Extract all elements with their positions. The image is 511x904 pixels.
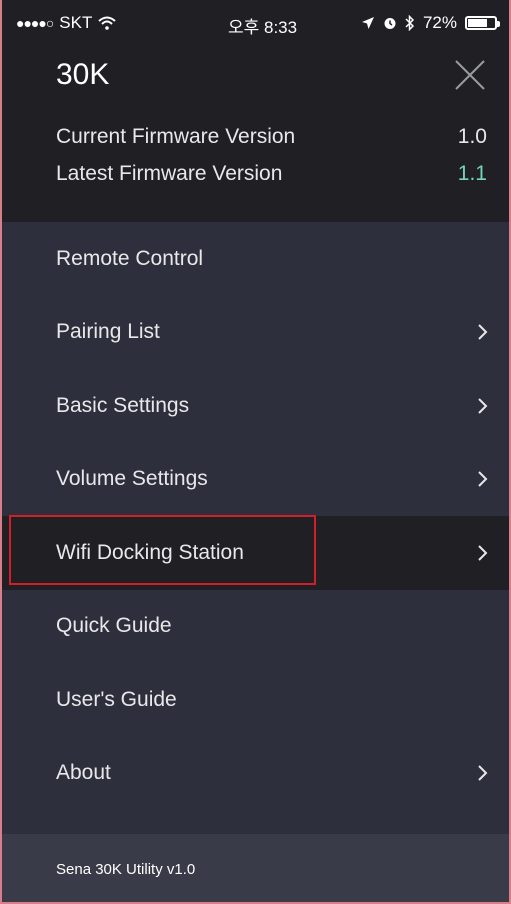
menu-item-about[interactable]: About [2, 737, 509, 811]
menu-item-basic-settings[interactable]: Basic Settings [2, 369, 509, 443]
latest-firmware-value: 1.1 [457, 162, 487, 185]
chevron-right-icon [478, 765, 488, 781]
latest-firmware-row: Latest Firmware Version 1.1 [56, 162, 487, 186]
chevron-right-icon [478, 324, 488, 340]
menu-header: ●●●●○ SKT 오후 8:33 72% 30K Current Firmwa… [2, 0, 509, 222]
side-menu: Remote Control Pairing List Basic Settin… [2, 222, 509, 810]
carrier-label: SKT [59, 13, 93, 32]
menu-item-pairing-list[interactable]: Pairing List [2, 296, 509, 370]
chevron-right-icon [478, 545, 488, 561]
menu-item-label: Volume Settings [56, 467, 208, 491]
menu-item-label: Pairing List [56, 320, 160, 344]
menu-item-label: About [56, 761, 111, 785]
menu-item-label: Quick Guide [56, 614, 172, 638]
alarm-icon [384, 18, 396, 29]
menu-item-quick-guide[interactable]: Quick Guide [2, 590, 509, 664]
app-frame: ●●●●○ SKT 오후 8:33 72% 30K Current Firmwa… [0, 0, 511, 904]
signal-strength-icon: ●●●●○ [16, 15, 54, 31]
app-version-label: Sena 30K Utility v1.0 [56, 861, 196, 878]
current-firmware-row: Current Firmware Version 1.0 [56, 125, 487, 149]
footer: Sena 30K Utility v1.0 [2, 834, 509, 902]
status-right: 72% [361, 13, 500, 33]
battery-icon [465, 16, 500, 30]
device-name-title: 30K [56, 58, 110, 91]
status-bar: ●●●●○ SKT 오후 8:33 72% [2, 0, 509, 44]
battery-percent: 72% [422, 13, 457, 32]
menu-item-label: User's Guide [56, 687, 177, 711]
bluetooth-icon [405, 15, 415, 31]
menu-item-volume-settings[interactable]: Volume Settings [2, 443, 509, 517]
status-left: ●●●●○ SKT [16, 13, 117, 33]
status-time: 오후 8:33 [228, 18, 298, 37]
close-icon[interactable] [453, 58, 487, 92]
chevron-right-icon [478, 398, 488, 414]
current-firmware-value: 1.0 [457, 125, 487, 148]
menu-item-label: Remote Control [56, 246, 204, 270]
wifi-icon [98, 16, 117, 30]
menu-item-wifi-docking-station[interactable]: Wifi Docking Station [2, 516, 509, 590]
current-firmware-label: Current Firmware Version [56, 125, 296, 148]
location-arrow-icon [361, 17, 374, 29]
menu-item-users-guide[interactable]: User's Guide [2, 663, 509, 737]
chevron-right-icon [478, 471, 488, 487]
menu-item-label: Wifi Docking Station [56, 540, 244, 564]
menu-item-remote-control[interactable]: Remote Control [2, 222, 509, 296]
latest-firmware-label: Latest Firmware Version [56, 162, 283, 185]
menu-item-label: Basic Settings [56, 393, 190, 417]
